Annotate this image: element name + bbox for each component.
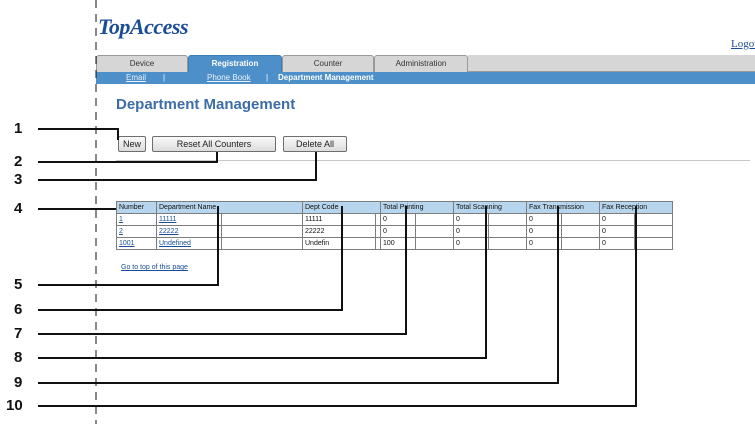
callout-line-2 xyxy=(38,152,218,163)
callout-number-2: 2 xyxy=(14,153,23,170)
callout-line-1 xyxy=(38,128,119,140)
callout-line-9 xyxy=(38,206,559,384)
callout-line-10 xyxy=(38,206,637,407)
callout-line-5 xyxy=(38,206,219,286)
callout-number-8: 8 xyxy=(14,349,23,366)
callout-line-6 xyxy=(38,206,343,311)
callout-number-6: 6 xyxy=(14,301,23,318)
callout-number-4: 4 xyxy=(14,200,23,217)
callout-line-3 xyxy=(38,152,317,181)
callout-line-7 xyxy=(38,206,407,335)
callout-number-5: 5 xyxy=(14,276,23,293)
callout-number-1: 1 xyxy=(14,120,23,137)
callout-number-10: 10 xyxy=(6,397,23,414)
callout-number-7: 7 xyxy=(14,325,23,342)
callout-number-9: 9 xyxy=(14,374,23,391)
callout-line-8 xyxy=(38,206,487,359)
callout-number-3: 3 xyxy=(14,171,23,188)
callout-lines xyxy=(38,0,637,424)
